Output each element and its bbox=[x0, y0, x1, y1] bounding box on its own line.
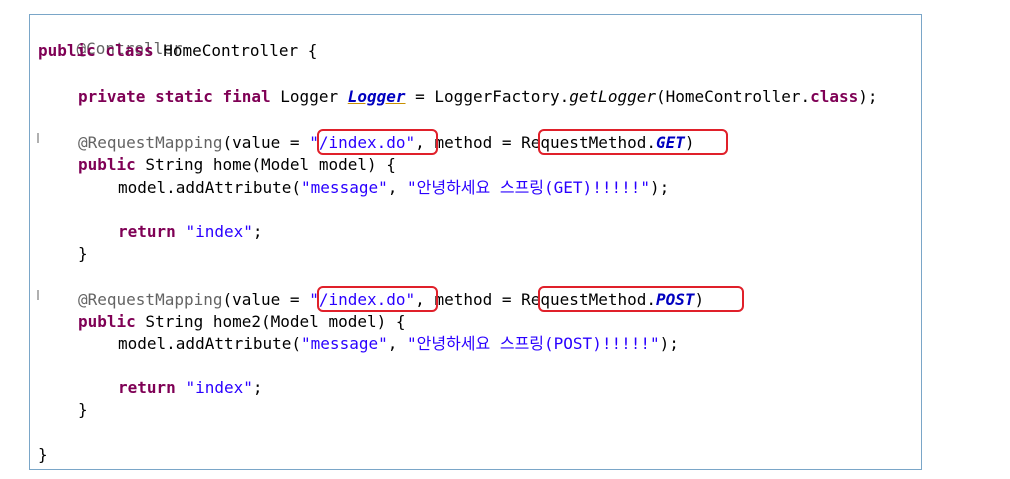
return-value: "index" bbox=[185, 378, 253, 397]
class-literal: class bbox=[810, 87, 859, 106]
code-line-6: model.addAttribute("message", "안녕하세요 스프링… bbox=[118, 178, 669, 198]
add-attribute-call: model.addAttribute( bbox=[118, 178, 302, 197]
code-line-14: } bbox=[38, 445, 48, 465]
code-line-3: private static final Logger Logger = Log… bbox=[78, 87, 878, 107]
message-key: "message" bbox=[301, 178, 388, 197]
path-highlight-box bbox=[317, 129, 438, 155]
code-line-2: public class HomeController { bbox=[38, 41, 317, 61]
logger-arg: (HomeController. bbox=[655, 87, 811, 106]
message-key: "message" bbox=[301, 334, 388, 353]
closing-brace: } bbox=[78, 400, 88, 419]
method-get-highlight-box bbox=[538, 129, 728, 155]
call-end: ); bbox=[659, 334, 679, 353]
code-line-7: return "index"; bbox=[118, 222, 263, 242]
add-attribute-call: model.addAttribute( bbox=[118, 334, 302, 353]
code-line-11: model.addAttribute("message", "안녕하세요 스프링… bbox=[118, 334, 679, 354]
logger-assign: = LoggerFactory. bbox=[405, 87, 570, 106]
home-signature: String home(Model model) { bbox=[135, 155, 396, 174]
value-open: (value = bbox=[222, 133, 310, 152]
public-keyword: public bbox=[78, 155, 136, 174]
logger-end: ); bbox=[858, 87, 878, 106]
return-keyword: return bbox=[118, 378, 176, 397]
code-line-12: return "index"; bbox=[118, 378, 263, 398]
request-mapping-annotation: @RequestMapping bbox=[78, 133, 223, 152]
class-keyword: public class bbox=[38, 41, 154, 60]
class-declaration: HomeController { bbox=[153, 41, 318, 60]
return-keyword: return bbox=[118, 222, 176, 241]
call-end: ); bbox=[650, 178, 670, 197]
gutter-marker bbox=[37, 133, 39, 143]
home2-signature: String home2(Model model) { bbox=[135, 312, 406, 331]
gutter-marker bbox=[37, 290, 39, 300]
message-value: "안녕하세요 스프링(POST)!!!!!" bbox=[407, 334, 660, 353]
code-line-10: public String home2(Model model) { bbox=[78, 312, 406, 332]
message-value: "안녕하세요 스프링(GET)!!!!!" bbox=[407, 178, 650, 197]
logger-modifiers: private static final bbox=[78, 87, 271, 106]
method-post-highlight-box bbox=[538, 286, 744, 312]
logger-method: getLogger bbox=[569, 87, 656, 106]
request-mapping-annotation: @RequestMapping bbox=[78, 290, 223, 309]
return-value: "index" bbox=[185, 222, 253, 241]
code-panel: @Controller public class HomeController … bbox=[29, 14, 922, 470]
value-open: (value = bbox=[222, 290, 310, 309]
logger-field: Logger bbox=[347, 87, 406, 106]
class-closing-brace: } bbox=[38, 445, 48, 464]
code-line-5: public String home(Model model) { bbox=[78, 155, 396, 175]
public-keyword: public bbox=[78, 312, 136, 331]
arg-separator: , bbox=[387, 178, 407, 197]
logger-type: Logger bbox=[270, 87, 348, 106]
code-line-13: } bbox=[78, 400, 88, 420]
code-line-8: } bbox=[78, 244, 88, 264]
statement-end: ; bbox=[252, 222, 263, 241]
closing-brace: } bbox=[78, 244, 88, 263]
path-highlight-box bbox=[317, 286, 438, 312]
arg-separator: , bbox=[387, 334, 407, 353]
statement-end: ; bbox=[252, 378, 263, 397]
